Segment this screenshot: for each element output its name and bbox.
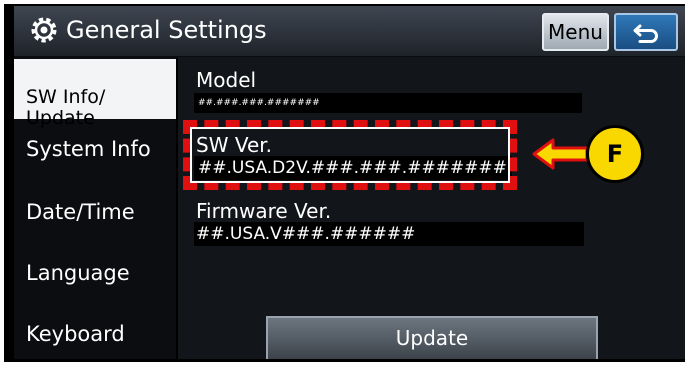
sidebar-item-label: Language [26,261,130,285]
sidebar-item-label: Date/Time [26,200,135,224]
back-arrow-icon [633,24,658,43]
title-bar: General Settings Menu [14,6,685,58]
sidebar-item-label: SW Info/ Update [26,86,106,129]
model-label: Model [196,68,257,92]
sidebar-item-keyboard[interactable]: Keyboard [14,322,176,346]
sidebar-item-label: Keyboard [26,322,125,346]
sidebar: SW Info/ Update System Info Date/Time La… [14,57,176,359]
firmware-version-label: Firmware Ver. [196,199,332,223]
sidebar-item-label: System Info [26,137,151,161]
back-button[interactable] [614,13,678,51]
update-button[interactable]: Update [266,316,598,359]
sidebar-item-system-info[interactable]: System Info [14,137,176,161]
gear-icon [31,17,57,43]
sidebar-item-language[interactable]: Language [14,261,176,285]
model-value: ##.###.###.####### [194,93,582,113]
sidebar-item-date-time[interactable]: Date/Time [14,200,176,224]
sw-version-focus-outline [190,127,510,183]
info-panel: Model ##.###.###.####### SW Ver. ##.USA.… [178,57,685,359]
sidebar-item-sw-info-update[interactable]: SW Info/ Update [14,59,176,129]
callout-badge: F [586,125,644,183]
menu-button[interactable]: Menu [542,13,609,51]
firmware-version-value: ##.USA.V###.###### [194,222,584,246]
callout-arrow-icon [532,138,589,170]
page-title: General Settings [66,16,267,44]
